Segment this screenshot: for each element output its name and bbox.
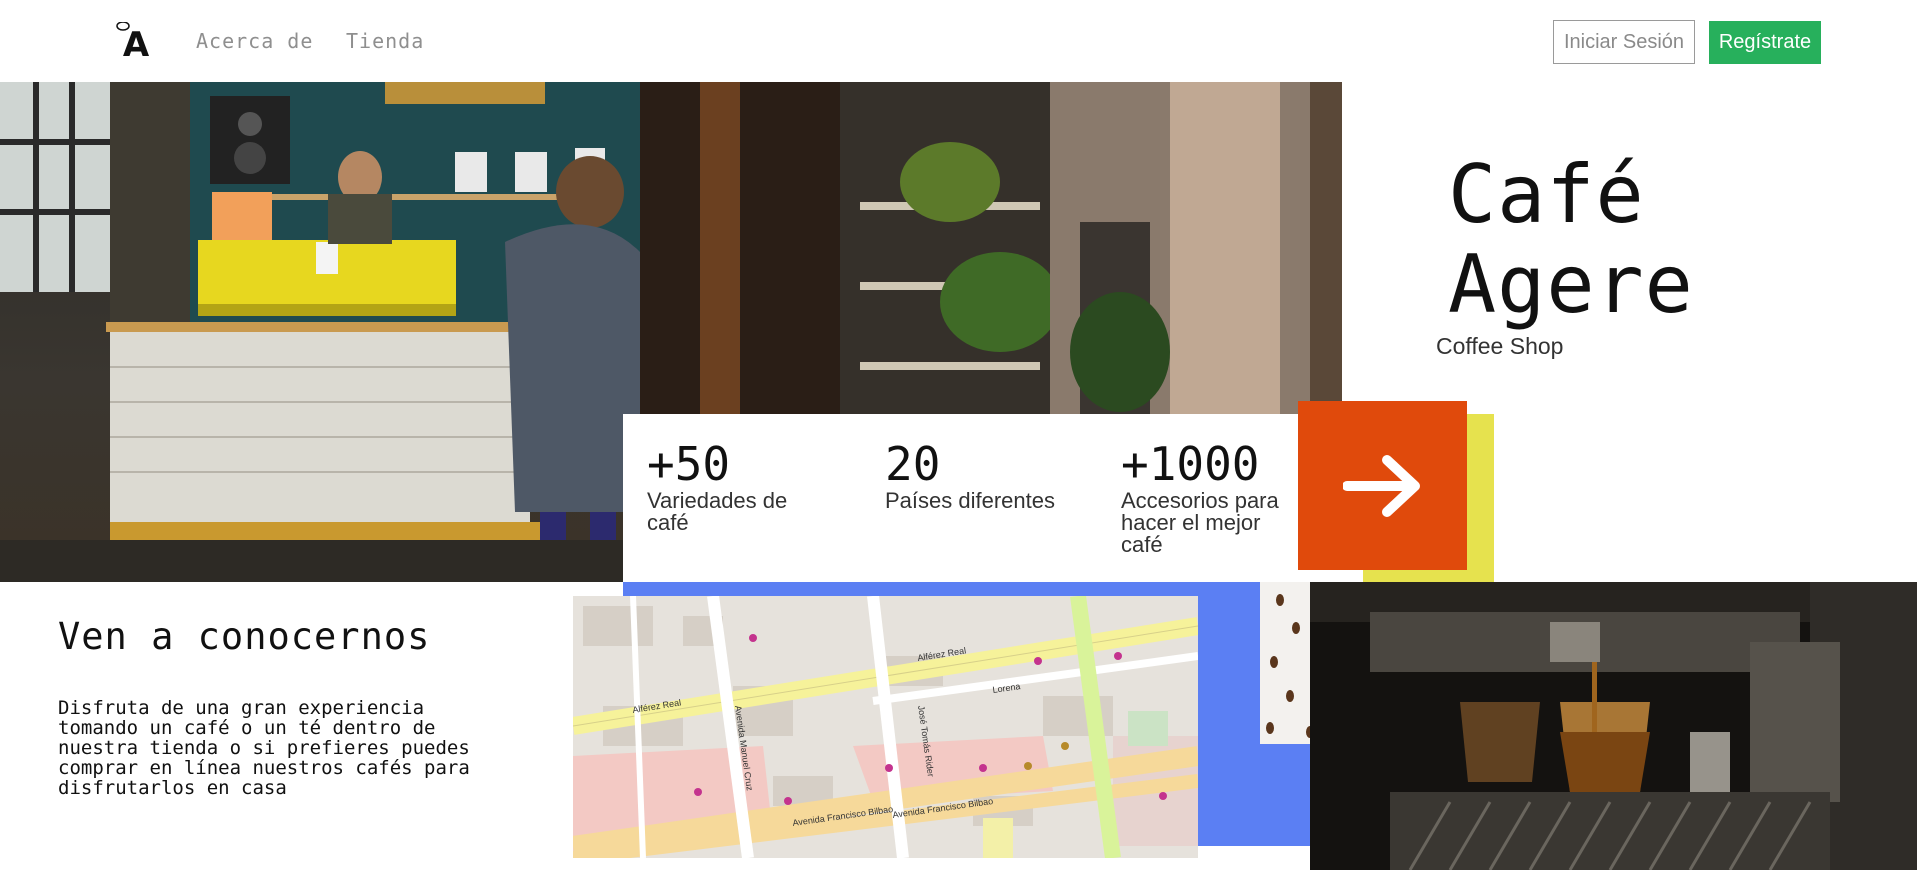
login-button[interactable]: Iniciar Sesión [1553, 20, 1695, 64]
stat-countries: 20 Países diferentes [885, 438, 1085, 512]
about-text: Disfruta de una gran experiencia tomando… [58, 697, 470, 799]
stat-label: Países diferentes [885, 488, 1055, 513]
espresso-machine-photo [1310, 582, 1917, 870]
hero-title: Café Agere [1448, 148, 1694, 331]
about-title: Ven a conocernos [58, 615, 431, 658]
hero-subtitle: Coffee Shop [1436, 333, 1564, 359]
next-arrow-button[interactable] [1298, 401, 1467, 570]
location-map[interactable]: Alférez Real Alférez Real Lorena Avenida… [573, 596, 1198, 858]
stat-label: Accesorios para hacer el mejor café [1121, 488, 1279, 557]
register-button[interactable]: Regístrate [1709, 21, 1821, 64]
stat-value: 20 [885, 437, 941, 491]
stat-value: +1000 [1121, 437, 1260, 491]
nav-link-store[interactable]: Tienda [346, 29, 424, 53]
nav-link-about[interactable]: Acerca de [196, 29, 313, 53]
stat-coffee-varieties: +50 Variedades de café [647, 438, 847, 534]
accent-blue-strip [623, 582, 1289, 596]
brand-logo[interactable]: A [114, 21, 158, 65]
logo-letter: A [123, 25, 150, 58]
stat-label: Variedades de café [647, 488, 788, 535]
stat-value: +50 [647, 437, 731, 491]
arrow-right-icon [1342, 454, 1420, 517]
stat-accessories: +1000 Accesorios para hacer el mejor caf… [1121, 438, 1321, 556]
